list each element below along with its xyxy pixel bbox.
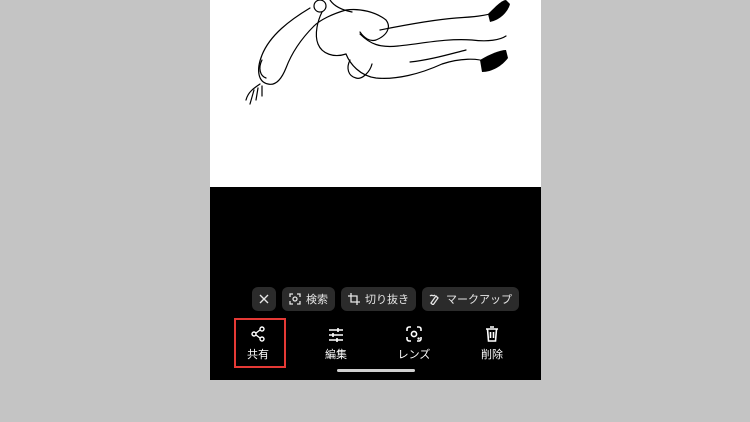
edit-button[interactable]: 編集 (306, 318, 366, 370)
search-chip-label: 検索 (306, 293, 328, 306)
markup-icon (429, 293, 441, 305)
search-chip[interactable]: 検索 (282, 287, 335, 311)
crop-chip-label: 切り抜き (365, 293, 409, 306)
crop-chip[interactable]: 切り抜き (341, 287, 416, 311)
close-chip[interactable] (252, 287, 276, 311)
delete-button[interactable]: 削除 (462, 318, 522, 370)
lens-label: レンズ (397, 348, 431, 361)
illustration-image (245, 0, 510, 105)
delete-label: 削除 (481, 348, 503, 361)
markup-chip-label: マークアップ (446, 293, 512, 306)
close-icon (259, 294, 269, 304)
lens-icon (406, 318, 422, 342)
edit-sliders-icon (328, 318, 344, 342)
crop-icon (348, 293, 360, 305)
markup-chip[interactable]: マークアップ (422, 287, 519, 311)
share-highlight-box (234, 318, 286, 368)
lens-button[interactable]: レンズ (384, 318, 444, 370)
suggestion-chips: 検索 切り抜き マークアップ (252, 287, 519, 311)
home-indicator[interactable] (337, 369, 415, 372)
search-lens-icon (289, 293, 301, 305)
delete-icon (485, 318, 499, 342)
photo-viewer[interactable] (210, 0, 541, 187)
edit-label: 編集 (325, 348, 347, 361)
